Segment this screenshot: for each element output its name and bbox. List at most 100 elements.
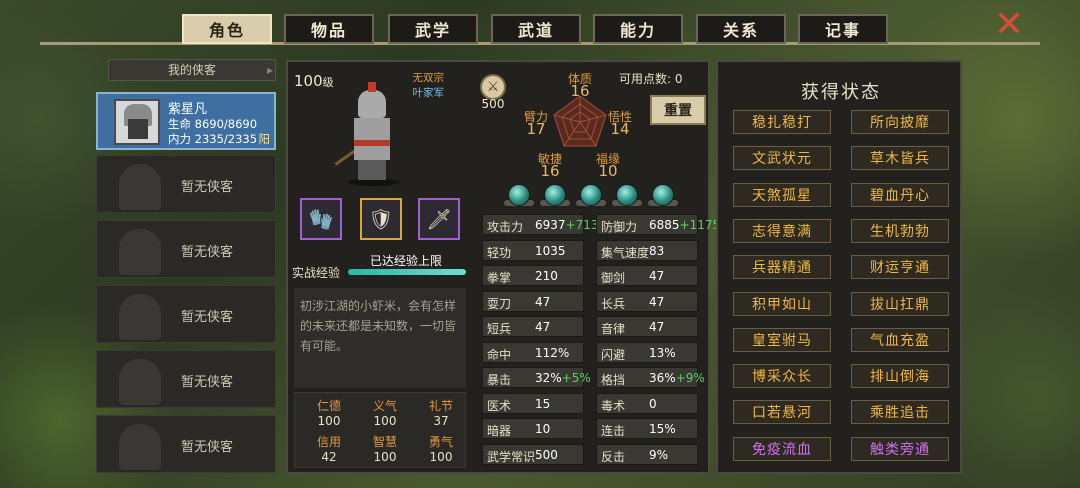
orb-slot[interactable] [508,184,530,206]
stat-name: 闪避 [601,347,626,362]
virtue-label: 勇气 [428,435,453,449]
stat-value: 47 [649,295,664,309]
available-points: 可用点数: 0 [619,70,683,87]
tab-role[interactable]: 角色 [182,14,272,44]
stat-value-text: 9% [649,447,669,462]
character-panel: 100级 无双宗 叶家军 ⚔ 500 体质 16 臂力 17 悟性 14 敏捷 … [286,60,720,474]
status-buff[interactable]: 拔山扛鼎 [851,291,949,316]
tab-items[interactable]: 物品 [284,14,374,44]
stat-name: 毒术 [601,398,626,413]
top-tab-bar: 角色 物品 武学 武道 能力 关系 记事 ✕ [0,0,1080,48]
status-buff[interactable]: 积甲如山 [733,291,831,316]
stat-name: 命中 [487,347,512,362]
stat-value-text: 32% [535,371,562,385]
stat-value-text: 47 [535,320,551,334]
stat-value: 15 [535,397,550,411]
status-buff[interactable]: 乘胜追击 [851,400,949,425]
stat-value-text: 13% [649,345,676,360]
stat-row: 暗器 10 [482,418,584,439]
status-buff[interactable]: 碧血丹心 [851,182,949,207]
status-buff[interactable]: 排山倒海 [851,364,949,389]
virtue-value: 100 [317,414,341,428]
stat-name: 格挡 [601,373,626,387]
equip-slot-bracer[interactable]: 🧤 [300,198,342,240]
mp-value: 2335/2335 [194,132,258,146]
empty-slot-label: 暂无侠客 [181,375,234,390]
available-points-label: 可用点数: [619,72,672,86]
virtue-label: 信用 [316,435,341,449]
status-buff[interactable]: 文武状元 [733,146,831,171]
status-buff[interactable]: 皇室驸马 [733,327,831,352]
orb-slot[interactable] [616,184,638,206]
orb-slot[interactable] [580,184,602,206]
stat-value-text: 83 [649,243,665,258]
silhouette-icon [119,229,161,275]
close-icon[interactable]: ✕ [992,7,1026,43]
stat-row: 短兵 47 [482,316,584,337]
status-buff[interactable]: 生机勃勃 [851,218,949,243]
virtue-value: 37 [433,414,449,428]
orb-slot[interactable] [652,184,674,206]
points-value: 500 [481,97,505,111]
empty-hero-slot[interactable]: 暂无侠客 [96,155,276,213]
tab-martial-way[interactable]: 武道 [491,14,581,44]
stat-row: 防御力 6885+1175 [596,214,720,235]
stat-row: 反击 9% [596,443,698,465]
virtue-value: 42 [321,450,337,464]
empty-hero-slot[interactable]: 暂无侠客 [96,415,276,473]
tab-abilities[interactable]: 能力 [593,14,683,44]
reset-button[interactable]: 重置 [650,95,706,125]
hero-name: 紫星凡 [168,102,208,117]
orb-slot[interactable] [544,184,566,206]
status-buff[interactable]: 草木皆兵 [851,146,949,171]
stat-value-text: 210 [535,269,558,283]
stat-name: 轻功 [487,245,512,260]
stat-bonus: +9% [675,371,705,385]
status-buff[interactable]: 稳扎稳打 [733,110,831,134]
status-buff[interactable]: 博采众长 [733,364,831,389]
my-heroes-label: 我的侠客 [167,63,216,77]
status-buff[interactable]: 触类旁通 [851,436,949,461]
stat-name: 拳掌 [487,271,512,285]
empty-hero-slot[interactable]: 暂无侠客 [96,350,276,408]
status-buff[interactable]: 财运亨通 [851,255,949,280]
empty-hero-slot[interactable]: 暂无侠客 [96,220,276,278]
stat-name: 连击 [601,424,626,438]
equip-slot-weapon[interactable]: 🗡 [418,198,460,240]
stat-name: 暴击 [487,373,512,387]
status-buff[interactable]: 志得意满 [733,218,831,243]
tab-journal[interactable]: 记事 [798,14,888,44]
stat-value: 15% [649,422,676,436]
status-buff[interactable]: 免疫流血 [733,436,831,461]
stat-row: 武学常识 500 [482,443,584,465]
hp-value: 8690/8690 [194,117,258,131]
stat-value-text: 112% [535,345,570,360]
stat-name: 武学常识 [487,449,536,464]
status-buff[interactable]: 口若悬河 [733,400,831,425]
stat-name: 耍刀 [487,296,512,311]
stat-value: 47 [649,320,664,334]
hero-card-selected[interactable]: 紫星凡 生命 8690/8690 内力 2335/2335 阳 [96,92,276,150]
status-buff[interactable]: 气血充盈 [851,327,949,352]
stat-name: 暗器 [487,424,512,438]
status-buff[interactable]: 所向披靡 [851,110,949,134]
status-buff[interactable]: 天煞孤星 [733,182,831,207]
stat-row: 御剑 47 [596,265,698,286]
attr-value-fortune: 10 [598,162,618,180]
empty-hero-slot[interactable]: 暂无侠客 [96,285,276,343]
equip-slot-armor[interactable]: 🛡 [360,198,402,240]
stat-row: 格挡 36%+9% [596,367,705,388]
stat-value: 83 [649,244,664,258]
tab-relations[interactable]: 关系 [696,14,786,44]
tab-martial-arts[interactable]: 武学 [388,14,478,44]
virtue-courtesy: 礼节 37 [413,397,469,428]
stat-name: 攻击力 [487,220,524,234]
status-buff[interactable]: 兵器精通 [733,255,831,280]
stat-row: 攻击力 6937+713 [482,214,599,235]
stat-name: 长兵 [601,296,626,311]
stat-name: 集气速度 [601,245,650,260]
stat-row: 暴击 32%+5% [482,367,591,388]
face-icon [128,119,148,139]
empty-slot-label: 暂无侠客 [181,310,234,325]
stat-value: 0 [649,397,657,411]
